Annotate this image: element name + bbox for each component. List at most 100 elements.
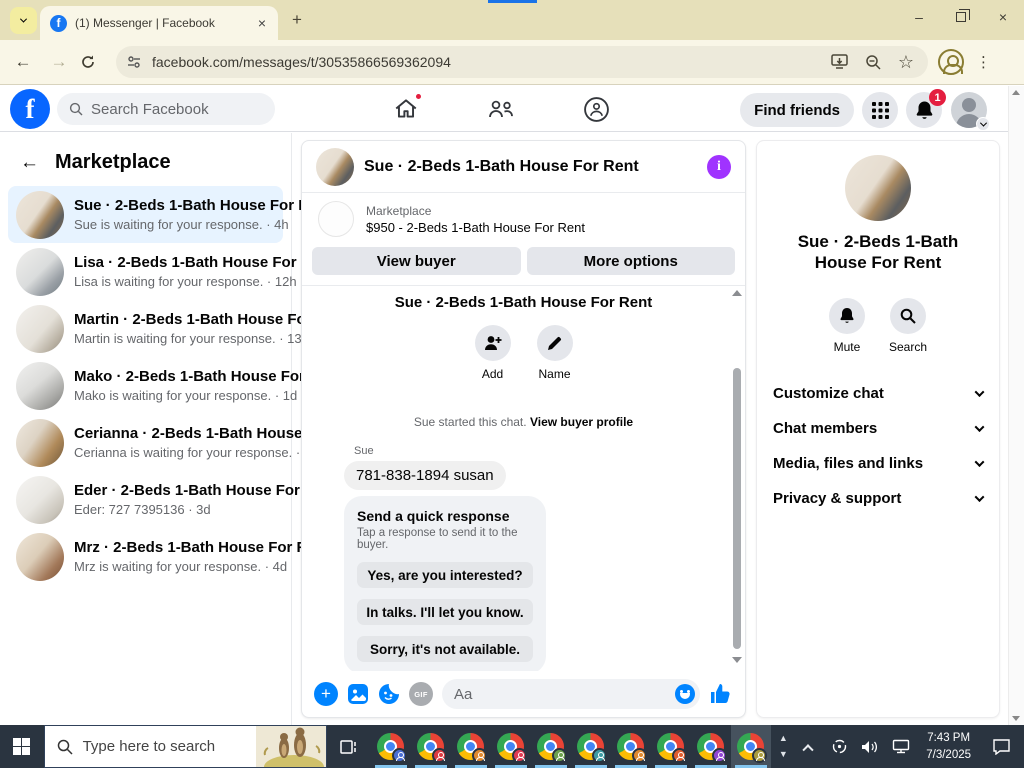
facebook-search[interactable]: Search Facebook (57, 93, 275, 125)
volume-icon[interactable] (858, 739, 882, 755)
quick-response-option-3[interactable]: Sorry, it's not available. (357, 636, 533, 662)
home-tab[interactable] (385, 88, 427, 130)
taskbar-search[interactable]: Type here to search (43, 725, 327, 768)
browser-tab[interactable]: f (1) Messenger | Facebook × (40, 6, 278, 40)
chrome-window-5[interactable] (531, 725, 571, 768)
groups-tab[interactable] (575, 88, 617, 130)
message-input[interactable]: Aa (442, 679, 700, 709)
conversation-item-martin[interactable]: Martin · 2-Beds 1-Bath House For ... Mar… (8, 300, 328, 357)
grid-menu-icon (871, 101, 889, 119)
chrome-window-10-active[interactable] (730, 725, 771, 768)
conversation-info-button[interactable]: i (707, 154, 731, 179)
close-window-button[interactable]: × (982, 0, 1024, 34)
chrome-window-4[interactable] (491, 725, 531, 768)
taskbar-overflow-arrows[interactable]: ▲ ▼ (771, 725, 797, 768)
account-button[interactable] (950, 91, 990, 131)
emoji-icon[interactable] (675, 684, 695, 704)
chrome-window-1[interactable] (371, 725, 411, 768)
install-app-icon[interactable] (831, 54, 849, 70)
facebook-logo[interactable]: f (10, 89, 50, 129)
task-view-button[interactable] (327, 725, 371, 768)
attach-image-icon[interactable] (347, 683, 369, 705)
notifications-button[interactable]: 1 (906, 89, 946, 128)
tab-close-icon[interactable]: × (256, 15, 268, 31)
bookmark-star-icon[interactable]: ☆ (898, 52, 914, 73)
browser-profile-icon[interactable] (938, 49, 964, 75)
tray-expand-button[interactable] (796, 743, 820, 755)
back-icon[interactable]: ← (20, 152, 39, 174)
search-conversation-button[interactable]: Search (889, 297, 927, 354)
conversation-avatar (16, 418, 64, 467)
section-customize-chat[interactable]: Customize chat (757, 376, 999, 411)
chat-quick-actions: Add Name (474, 325, 573, 381)
chrome-window-6[interactable] (571, 725, 611, 768)
name-chat-button[interactable]: Name (536, 325, 573, 381)
search-highlight-image[interactable] (255, 726, 326, 767)
chat-scrollbar[interactable] (732, 290, 742, 667)
conversation-avatar (16, 361, 64, 410)
chat-title[interactable]: Sue · 2-Beds 1-Bath House For Rent (364, 158, 697, 176)
conversation-meta: Sue is waiting for your response. · 4h (74, 217, 289, 232)
view-buyer-profile-link[interactable]: View buyer profile (530, 415, 633, 429)
network-icon[interactable] (889, 739, 913, 754)
site-info-icon[interactable] (126, 54, 142, 70)
conversation-item-eder[interactable]: Eder · 2-Beds 1-Bath House For Rent Eder… (8, 471, 337, 528)
chrome-window-2[interactable] (411, 725, 451, 768)
tab-search-button[interactable] (10, 7, 37, 34)
browser-menu-icon[interactable]: ⋮ (976, 53, 992, 71)
forward-button[interactable]: → (44, 52, 74, 72)
section-privacy-support[interactable]: Privacy & support (757, 481, 999, 516)
quick-response-option-2[interactable]: In talks. I'll let you know. (357, 599, 533, 625)
chrome-window-9[interactable] (691, 725, 731, 768)
sticker-icon[interactable] (378, 683, 400, 705)
chat-scrollbar-thumb[interactable] (733, 368, 741, 649)
add-member-button[interactable]: Add (474, 325, 511, 381)
name-label: Name (538, 367, 571, 381)
section-chat-members[interactable]: Chat members (757, 411, 999, 446)
overflow-down-icon[interactable]: ▼ (779, 750, 788, 759)
new-tab-button[interactable]: + (286, 9, 308, 31)
chevron-up-icon (802, 743, 814, 755)
page-scrollbar[interactable] (1008, 86, 1024, 725)
facebook-favicon-icon: f (50, 14, 67, 32)
tray-app-icon[interactable] (827, 738, 851, 755)
section-media-files-links[interactable]: Media, files and links (757, 446, 999, 481)
find-friends-button[interactable]: Find friends (740, 93, 854, 127)
conversation-item-lisa[interactable]: Lisa · 2-Beds 1-Bath House For Rent Lisa… (8, 243, 334, 300)
minimize-button[interactable]: – (898, 0, 940, 34)
back-button[interactable]: ← (8, 52, 38, 72)
scroll-down-icon[interactable] (732, 657, 742, 667)
start-button[interactable] (0, 725, 44, 768)
scroll-up-icon[interactable] (732, 290, 742, 300)
restore-button[interactable] (940, 0, 982, 34)
quick-response-option-1[interactable]: Yes, are you interested? (357, 562, 533, 588)
zoom-icon[interactable] (865, 54, 882, 71)
overflow-up-icon[interactable]: ▲ (779, 733, 788, 743)
conversation-item-mako[interactable]: Mako · 2-Beds 1-Bath House For R... Mako… (8, 357, 332, 414)
page-scroll-up-icon[interactable] (1012, 90, 1020, 95)
conversation-item-mrz[interactable]: Mrz · 2-Beds 1-Bath House For Rent Mrz i… (8, 528, 330, 585)
chrome-window-3[interactable] (451, 725, 491, 768)
apps-menu-button[interactable] (862, 92, 898, 128)
more-options-button[interactable]: More options (526, 247, 735, 275)
action-center-button[interactable] (984, 738, 1018, 755)
url-text[interactable]: facebook.com/messages/t/3053586656936209… (152, 54, 821, 70)
thumbs-up-button[interactable] (709, 682, 733, 706)
mute-button[interactable]: Mute (828, 297, 865, 354)
composer-more-button[interactable]: + (314, 682, 338, 706)
page-scroll-down-icon[interactable] (1012, 716, 1020, 721)
taskbar-clock[interactable]: 7:43 PM 7/3/2025 (920, 730, 977, 763)
chrome-window-8[interactable] (651, 725, 691, 768)
message-bubble[interactable]: 781-838-1894 susan (344, 461, 506, 490)
view-buyer-button[interactable]: View buyer (312, 247, 521, 275)
conversation-meta: Lisa is waiting for your response. · 12h (74, 274, 297, 289)
conversation-item-sue[interactable]: Sue · 2-Beds 1-Bath House For Rent Sue i… (8, 186, 332, 243)
chrome-window-7[interactable] (611, 725, 651, 768)
friends-tab[interactable] (480, 88, 522, 130)
conversation-item-cerianna[interactable]: Cerianna · 2-Beds 1-Bath House Fo... Cer… (8, 414, 337, 471)
reload-button[interactable] (80, 54, 110, 70)
conversation-title: Lisa · 2-Beds 1-Bath House For Rent (74, 254, 335, 271)
details-sections: Customize chat Chat members Media, files… (757, 376, 999, 516)
address-bar[interactable]: facebook.com/messages/t/3053586656936209… (116, 46, 928, 78)
gif-button[interactable]: GIF (409, 682, 433, 706)
